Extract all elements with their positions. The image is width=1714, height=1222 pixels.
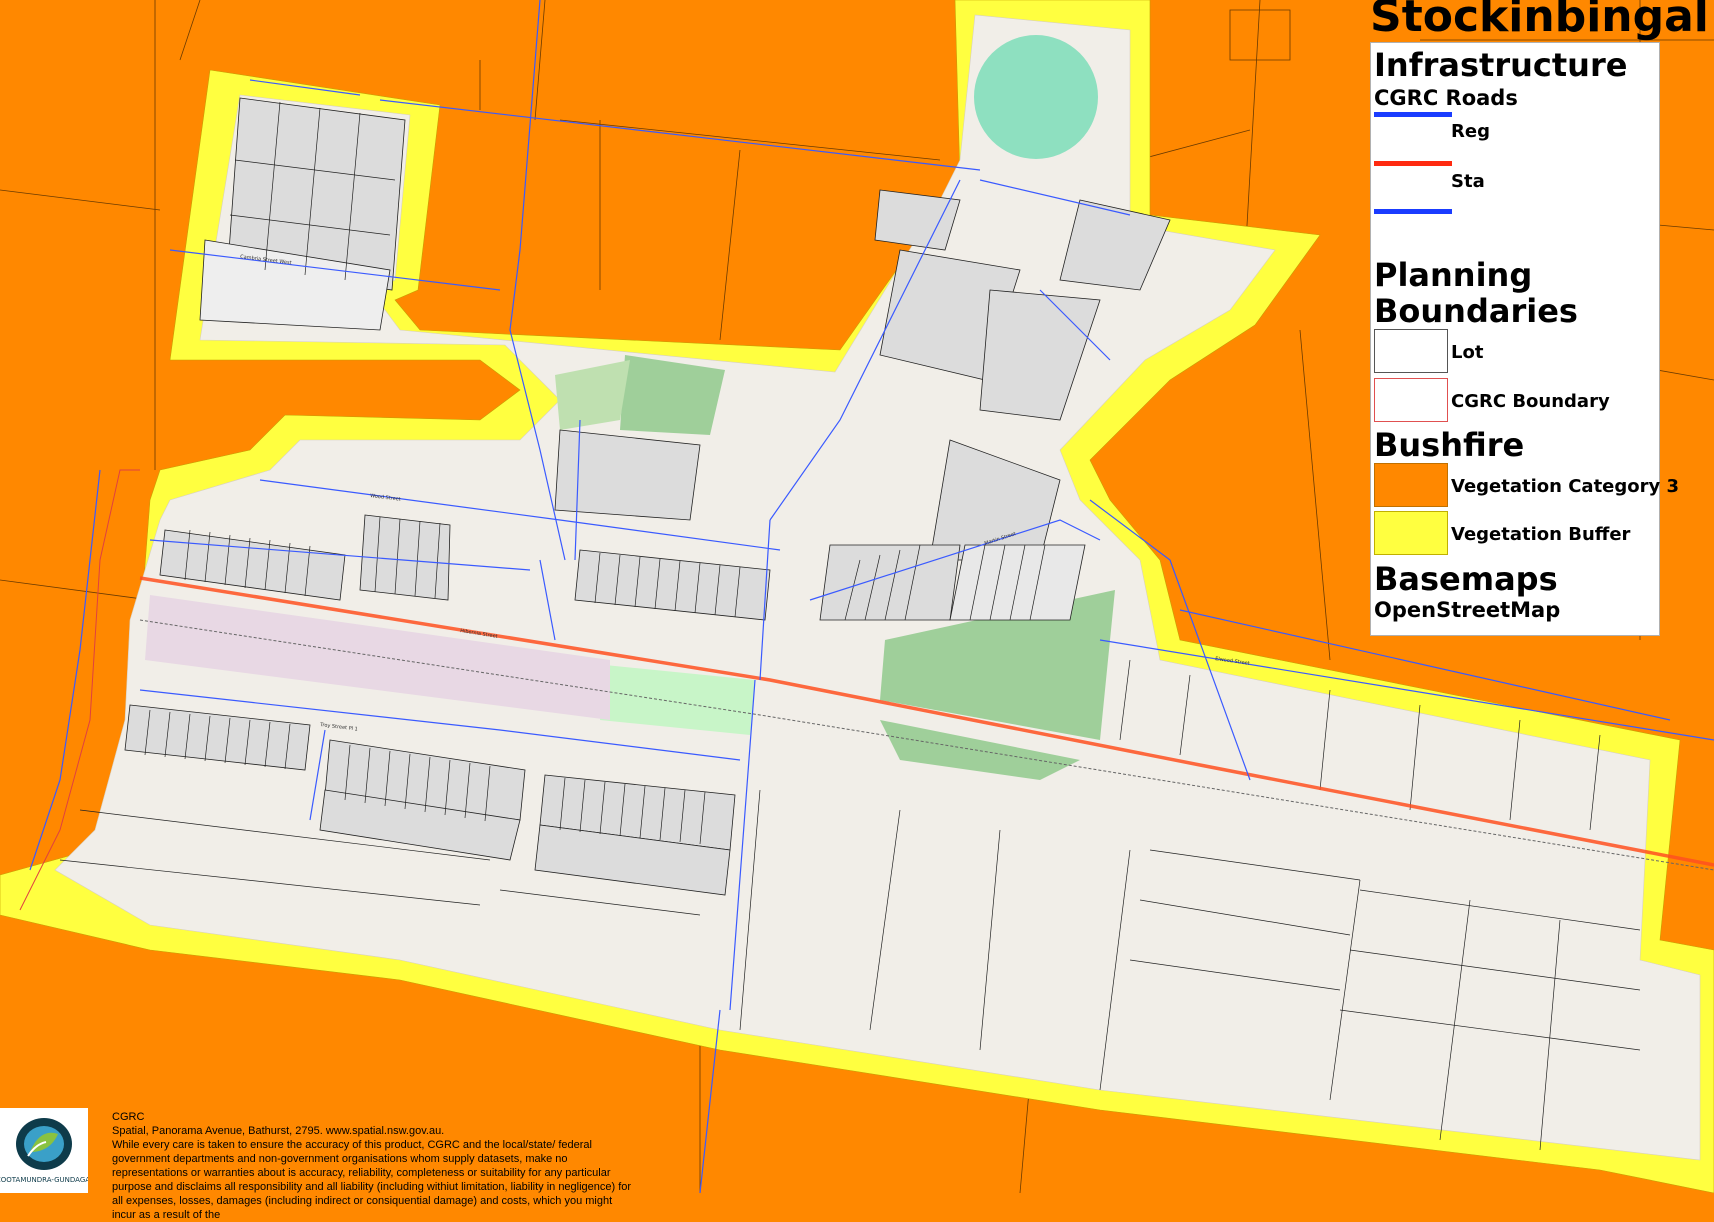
legend-vegetation-buffer-label: Vegetation Buffer [1451,524,1631,545]
legend-basemaps-heading: Basemaps [1374,560,1558,598]
oval-sports-ground [974,35,1098,159]
legend-cgrc-boundary-label: CGRC Boundary [1451,391,1610,412]
footer-org: CGRC [112,1111,145,1123]
footer-address: Spatial, Panorama Avenue, Bathurst, 2795… [112,1125,445,1137]
legend-bushfire-heading: Bushfire [1374,426,1525,464]
legend-vegetation-category-3-label: Vegetation Category 3 [1451,476,1680,497]
vegetation-category-3-swatch [1374,463,1448,507]
council-logo-icon: COOTAMUNDRA-GUNDAGAI [0,1118,92,1184]
vegetation-buffer-swatch [1374,511,1448,555]
legend-planning-heading-1: Planning [1374,256,1533,294]
cgrc-boundary-swatch [1374,378,1448,422]
footer-disclaimer: While every care is taken to ensure the … [112,1139,632,1221]
legend-panel: Infrastructure CGRC Roads Reg Sta Planni… [1370,42,1679,636]
legend-basemap-name: OpenStreetMap [1374,598,1561,622]
legend-lot-label: Lot [1451,342,1484,363]
legend-road-sta-label: Sta [1451,171,1485,192]
legend-infrastructure-heading: Infrastructure [1374,46,1628,84]
regional-road-swatch [1374,112,1452,117]
state-road-swatch [1374,161,1452,166]
legend-road-reg-label: Reg [1451,121,1490,142]
legend-planning-heading-2: Boundaries [1374,292,1578,330]
regional-road-swatch-2 [1374,209,1452,214]
logo-text: COOTAMUNDRA-GUNDAGAI [0,1176,88,1184]
legend-roads-heading: CGRC Roads [1374,86,1518,110]
footer-notes: CGRC Spatial, Panorama Avenue, Bathurst,… [112,1110,632,1222]
council-logo: COOTAMUNDRA-GUNDAGAI [0,1108,92,1193]
lot-outline-swatch [1374,329,1448,373]
map-title: Stockinbingal [1370,0,1709,42]
